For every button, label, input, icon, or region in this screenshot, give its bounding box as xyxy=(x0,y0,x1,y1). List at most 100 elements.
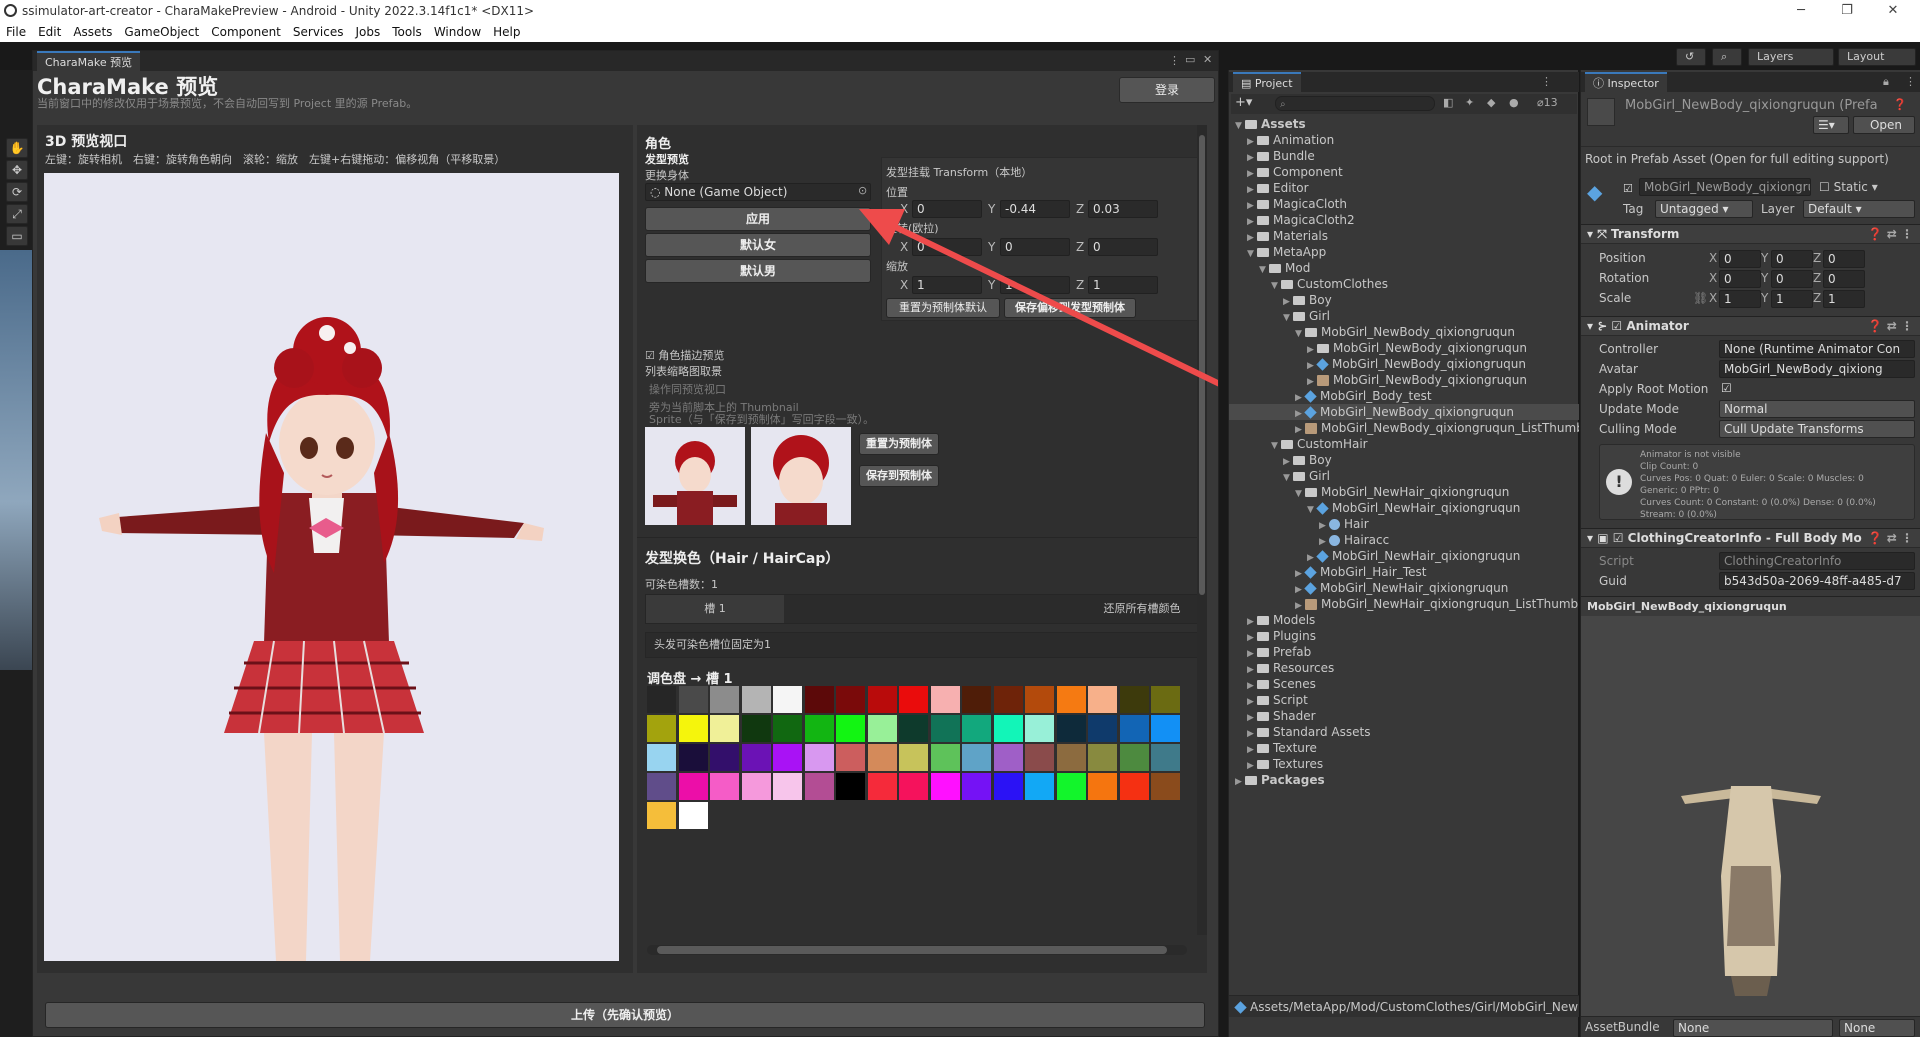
menu-gameobject[interactable]: GameObject xyxy=(118,22,205,42)
outline-preview-checkbox[interactable]: ☑ 角色描边预览 xyxy=(645,347,724,363)
thumbnail-preview-image[interactable] xyxy=(645,427,745,525)
color-swatch[interactable] xyxy=(678,715,708,742)
static-checkbox[interactable]: ☐ Static ▾ xyxy=(1819,180,1878,194)
color-swatch[interactable] xyxy=(993,715,1023,742)
save-to-prefab-button[interactable]: 保存到预制体 xyxy=(859,465,939,487)
filter-label-icon[interactable]: ✦ xyxy=(1465,96,1474,109)
color-swatch[interactable] xyxy=(867,715,897,742)
rot-z-field[interactable]: 0 xyxy=(1823,270,1865,288)
color-swatch[interactable] xyxy=(678,802,708,829)
avatar-field[interactable]: MobGirl_NewBody_qixiong xyxy=(1719,360,1915,378)
folder-item[interactable]: ▶ Editor xyxy=(1247,180,1309,196)
menu-window[interactable]: Window xyxy=(428,22,487,42)
scl-z-field[interactable]: 1 xyxy=(1823,290,1865,308)
asset-item[interactable]: ▶ MobGirl_NewBody_qixiongruqun xyxy=(1307,356,1526,372)
color-swatch[interactable] xyxy=(1119,715,1149,742)
color-swatch[interactable] xyxy=(647,686,676,713)
color-swatch[interactable] xyxy=(899,744,928,771)
expand-arrow-open-icon[interactable]: ▼ xyxy=(1271,278,1281,294)
default-female-button[interactable]: 默认女 xyxy=(645,233,871,257)
folder-item[interactable]: ▶ Scenes xyxy=(1247,676,1316,692)
project-lock-icon[interactable]: ⋮ xyxy=(1541,75,1552,88)
color-swatch[interactable] xyxy=(993,773,1023,800)
color-swatch[interactable] xyxy=(773,744,802,771)
help-icon[interactable]: ❓ xyxy=(1893,98,1907,111)
horizontal-scrollbar[interactable] xyxy=(647,945,1187,955)
hidden-count-icon[interactable]: ⌀13 xyxy=(1537,96,1558,109)
color-swatch[interactable] xyxy=(1151,686,1180,713)
color-swatch[interactable] xyxy=(647,773,676,800)
color-swatch[interactable] xyxy=(962,773,991,800)
folder-item[interactable]: ▶ Materials xyxy=(1247,228,1328,244)
folder-item[interactable]: ▶ MagicaCloth2 xyxy=(1247,212,1355,228)
color-swatch[interactable] xyxy=(1151,773,1180,800)
color-swatch[interactable] xyxy=(1025,744,1054,771)
color-swatch[interactable] xyxy=(1056,744,1086,771)
folder-item[interactable]: ▶ Script xyxy=(1247,692,1308,708)
folder-item[interactable]: ▶ Component xyxy=(1247,164,1343,180)
color-swatch[interactable] xyxy=(993,744,1023,771)
move-tool-icon[interactable]: ✥ xyxy=(6,160,28,180)
close-pane-icon[interactable]: ✕ xyxy=(1203,53,1212,66)
folder-item[interactable]: ▼ MobGirl_NewHair_qixiongruqun xyxy=(1295,484,1509,500)
prefab-preview-area[interactable] xyxy=(1581,616,1920,1016)
pos-x-field[interactable]: 0 xyxy=(1719,250,1761,268)
folder-item[interactable]: ▶ Texture xyxy=(1247,740,1317,756)
info-icon[interactable]: ● xyxy=(1509,96,1519,109)
color-swatch[interactable] xyxy=(741,773,771,800)
expand-arrow-open-icon[interactable]: ▼ xyxy=(1307,502,1317,518)
folder-item[interactable]: ▶ Shader xyxy=(1247,708,1316,724)
color-swatch[interactable] xyxy=(930,773,960,800)
folder-item[interactable]: ▶ MagicaCloth xyxy=(1247,196,1347,212)
color-swatch[interactable] xyxy=(1151,744,1180,771)
assetbundle-dropdown[interactable]: None xyxy=(1673,1019,1833,1037)
folder-item[interactable]: ▼ CustomHair xyxy=(1271,436,1368,452)
color-swatch[interactable] xyxy=(710,744,739,771)
rot-x-field[interactable]: 0 xyxy=(1719,270,1761,288)
slot-tab-1[interactable]: 槽 1 xyxy=(646,595,784,623)
menu-services[interactable]: Services xyxy=(287,22,350,42)
color-swatch[interactable] xyxy=(647,802,676,829)
asset-item[interactable]: ▶ MobGirl_Hair_Test xyxy=(1295,564,1427,580)
color-swatch[interactable] xyxy=(836,773,865,800)
color-swatch[interactable] xyxy=(710,686,739,713)
close-button[interactable]: ✕ xyxy=(1870,0,1916,22)
assetbundle-variant-dropdown[interactable]: None xyxy=(1839,1019,1915,1037)
preview-header[interactable]: MobGirl_NewBody_qixiongruqun xyxy=(1581,596,1920,616)
color-swatch[interactable] xyxy=(962,686,991,713)
expand-arrow-open-icon[interactable]: ▼ xyxy=(1283,470,1293,486)
color-swatch[interactable] xyxy=(836,715,865,742)
color-swatch[interactable] xyxy=(1056,773,1086,800)
color-swatch[interactable] xyxy=(1088,744,1117,771)
gameobject-name-field[interactable]: MobGirl_NewBody_qixiongruc xyxy=(1639,178,1811,196)
folder-item[interactable]: ▶ Textures xyxy=(1247,756,1323,772)
color-swatch[interactable] xyxy=(1025,686,1054,713)
folder-item[interactable]: ▼ MobGirl_NewBody_qixiongruqun xyxy=(1295,324,1515,340)
color-swatch[interactable] xyxy=(930,686,960,713)
charamake-tab[interactable]: CharaMake 预览 xyxy=(37,51,141,71)
layout-dropdown[interactable]: Layout xyxy=(1838,48,1916,66)
pos-z-field[interactable]: 0 xyxy=(1823,250,1865,268)
folder-item[interactable]: ▼ Assets xyxy=(1235,116,1306,132)
color-swatch[interactable] xyxy=(1025,715,1054,742)
folder-item[interactable]: ▼ Girl xyxy=(1283,468,1330,484)
color-swatch[interactable] xyxy=(962,744,991,771)
guid-field[interactable]: b543d50a-2069-48ff-a485-d7 xyxy=(1719,572,1915,590)
expand-arrow-open-icon[interactable]: ▼ xyxy=(1295,486,1305,502)
folder-item[interactable]: ▶ Plugins xyxy=(1247,628,1316,644)
project-search-input[interactable]: ⌕ xyxy=(1275,96,1435,111)
hand-tool-icon[interactable]: ✋ xyxy=(6,138,28,158)
history-icon[interactable]: ↺ xyxy=(1676,48,1706,66)
color-swatch[interactable] xyxy=(962,715,991,742)
expand-arrow-open-icon[interactable]: ▼ xyxy=(1283,310,1293,326)
expand-arrow-open-icon[interactable]: ▼ xyxy=(1295,326,1305,342)
color-swatch[interactable] xyxy=(1119,744,1149,771)
color-swatch[interactable] xyxy=(899,686,928,713)
asset-item[interactable]: ▶ MobGirl_NewBody_qixiongruqun_ListThumb xyxy=(1295,420,1579,436)
filter-type-icon[interactable]: ◧ xyxy=(1443,96,1453,109)
color-swatch[interactable] xyxy=(773,686,802,713)
menu-assets[interactable]: Assets xyxy=(67,22,118,42)
color-swatch[interactable] xyxy=(867,773,897,800)
folder-item[interactable]: ▶ Packages xyxy=(1235,772,1325,788)
color-swatch[interactable] xyxy=(804,715,834,742)
